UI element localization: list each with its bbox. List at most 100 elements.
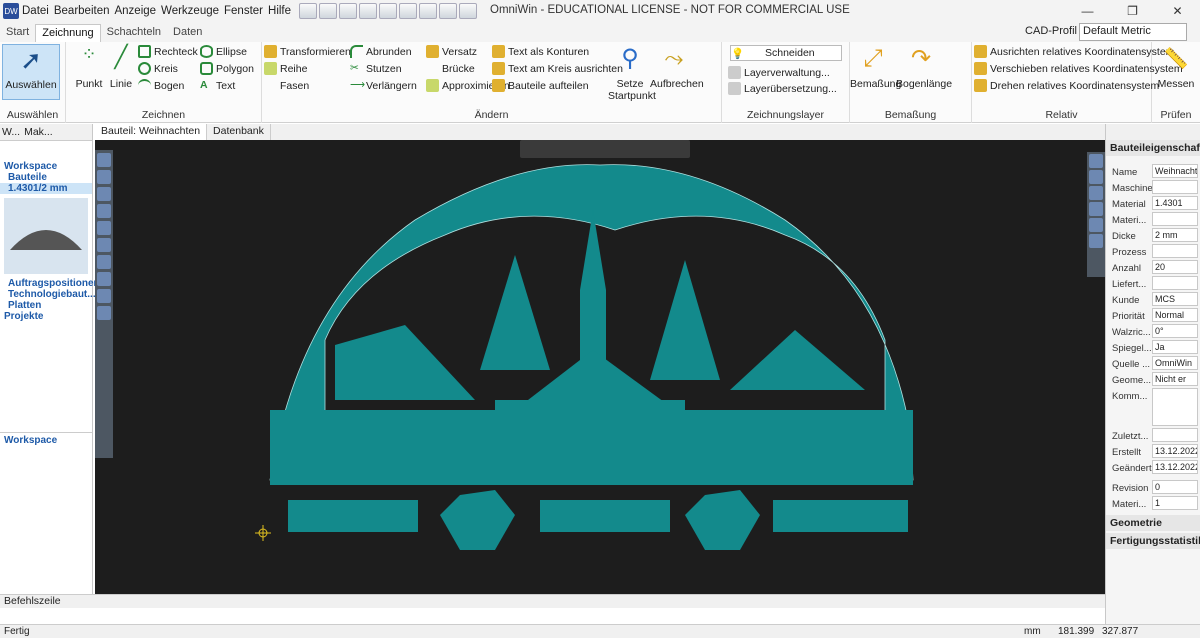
- ausrichten-koord-button[interactable]: Ausrichten relatives Koordinatensystem: [974, 45, 1174, 58]
- join-icon[interactable]: [97, 255, 111, 269]
- command-input[interactable]: [0, 608, 1105, 624]
- menu-werkzeuge[interactable]: Werkzeuge: [161, 5, 219, 17]
- aufbrechen-button[interactable]: ⤳ Aufbrechen: [650, 44, 704, 90]
- text-button[interactable]: A Text: [200, 79, 235, 92]
- snap-icon[interactable]: [97, 170, 111, 184]
- text-kreis-button[interactable]: Text am Kreis ausrichten: [492, 62, 623, 75]
- doc-tab-bauteil[interactable]: Bauteil: Weihnachten: [95, 124, 208, 140]
- abrunden-button[interactable]: Abrunden: [350, 45, 412, 58]
- xml-icon[interactable]: [359, 3, 378, 19]
- auswaehlen-button[interactable]: ➚ Auswählen: [2, 44, 60, 100]
- info-icon[interactable]: [1089, 234, 1103, 248]
- part-thumbnail[interactable]: [4, 198, 88, 274]
- layerverwaltung-button[interactable]: Layerverwaltung...: [728, 66, 830, 79]
- rechteck-button[interactable]: Rechteck: [138, 45, 198, 58]
- bogen-button[interactable]: Bogen: [138, 79, 184, 92]
- property-value[interactable]: 1.4301: [1152, 196, 1198, 210]
- minimize-button[interactable]: —: [1065, 0, 1110, 22]
- fasen-button[interactable]: Fasen: [264, 79, 309, 92]
- property-value[interactable]: MCS: [1152, 292, 1198, 306]
- cut-icon[interactable]: [97, 272, 111, 286]
- new-icon[interactable]: [299, 3, 318, 19]
- tree-workspace-bottom[interactable]: Workspace: [0, 435, 92, 446]
- reihe-button[interactable]: Reihe: [264, 62, 307, 75]
- import-icon[interactable]: [339, 3, 358, 19]
- verlaengern-button[interactable]: ⟶ Verlängern: [350, 79, 417, 92]
- property-value[interactable]: Weihnachten: [1152, 164, 1198, 178]
- menu-bearbeiten[interactable]: Bearbeiten: [54, 5, 110, 17]
- tree-auftragspositionen[interactable]: Auftragspositionen: [0, 278, 100, 289]
- property-value[interactable]: Nicht er: [1152, 372, 1198, 386]
- bauteile-aufteilen-button[interactable]: Bauteile aufteilen: [492, 79, 589, 92]
- property-value[interactable]: 20: [1152, 260, 1198, 274]
- stutzen-button[interactable]: ✂ Stutzen: [350, 62, 402, 75]
- property-value[interactable]: 2 mm: [1152, 228, 1198, 242]
- property-value[interactable]: 13.12.2022: [1152, 444, 1198, 458]
- doc-tab-datenbank[interactable]: Datenbank: [207, 124, 271, 140]
- layer-icon[interactable]: [1089, 218, 1103, 232]
- property-value[interactable]: [1152, 244, 1198, 258]
- tree-material[interactable]: 1.4301/2 mm: [0, 183, 92, 194]
- property-value[interactable]: [1152, 180, 1198, 194]
- menu-anzeige[interactable]: Anzeige: [114, 5, 156, 17]
- move-icon[interactable]: [97, 187, 111, 201]
- app-icon[interactable]: DW: [3, 3, 19, 19]
- scale-icon[interactable]: [97, 238, 111, 252]
- tree-platten[interactable]: Platten: [0, 300, 92, 311]
- transformieren-button[interactable]: Transformieren: [264, 45, 351, 58]
- pan-icon[interactable]: [1089, 186, 1103, 200]
- property-value[interactable]: 0: [1152, 480, 1198, 494]
- drehen-koord-button[interactable]: Drehen relatives Koordinatensystem: [974, 79, 1159, 92]
- bogenlaenge-button[interactable]: ↷ Bogenlänge: [896, 44, 952, 90]
- grid-icon[interactable]: [97, 306, 111, 320]
- property-value[interactable]: 13.12.2022: [1152, 460, 1198, 474]
- canvas-toolbar[interactable]: [520, 140, 690, 158]
- tree-workspace[interactable]: Workspace: [0, 161, 92, 172]
- print-icon[interactable]: [399, 3, 418, 19]
- tree-bauteile[interactable]: Bauteile: [0, 172, 92, 183]
- tree-technologiebauteile[interactable]: Technologiebaut...: [0, 289, 96, 300]
- tab-zeichnung[interactable]: Zeichnung: [35, 24, 101, 42]
- open-icon[interactable]: [319, 3, 338, 19]
- tab-daten[interactable]: Daten: [167, 24, 208, 42]
- view-icon[interactable]: [1089, 154, 1103, 168]
- close-button[interactable]: ✕: [1155, 0, 1200, 22]
- mirror-icon[interactable]: [97, 221, 111, 235]
- rotate-icon[interactable]: [97, 204, 111, 218]
- property-value[interactable]: [1152, 212, 1198, 226]
- messen-button[interactable]: 📏 Messen: [1154, 44, 1198, 90]
- versatz-button[interactable]: Versatz: [426, 45, 477, 58]
- ellipse-button[interactable]: Ellipse: [200, 45, 247, 58]
- layeruebersetzung-button[interactable]: Layerübersetzung...: [728, 82, 837, 95]
- menu-hilfe[interactable]: Hilfe: [268, 5, 291, 17]
- polygon-button[interactable]: Polygon: [200, 62, 254, 75]
- property-value[interactable]: [1152, 276, 1198, 290]
- property-value[interactable]: Normal: [1152, 308, 1198, 322]
- kreis-button[interactable]: Kreis: [138, 62, 178, 75]
- tab-start[interactable]: Start: [0, 24, 35, 42]
- setze-startpunkt-button[interactable]: ⚲ Setze Startpunkt: [608, 44, 656, 102]
- tab-workspace[interactable]: W...: [2, 126, 20, 138]
- fit-icon[interactable]: [1089, 202, 1103, 216]
- bemassung-button[interactable]: ⤢ Bemaßung: [850, 44, 901, 90]
- property-value[interactable]: 1: [1152, 496, 1198, 510]
- text-konturen-button[interactable]: Text als Konturen: [492, 45, 589, 58]
- property-value[interactable]: 0°: [1152, 324, 1198, 338]
- tab-makros[interactable]: Mak...: [24, 126, 53, 138]
- section-fertigungsstatistik[interactable]: Fertigungsstatistik: [1106, 533, 1200, 549]
- drawing-canvas[interactable]: [95, 140, 1105, 594]
- tree-projekte[interactable]: Projekte: [0, 311, 92, 322]
- section-geometrie[interactable]: Geometrie: [1106, 515, 1200, 531]
- redo-icon[interactable]: [439, 3, 458, 19]
- cad-profile-select[interactable]: Default Metric: [1079, 23, 1187, 41]
- settings-icon[interactable]: [459, 3, 478, 19]
- layer-select[interactable]: 💡 Schneiden: [730, 45, 842, 61]
- menu-datei[interactable]: Datei: [22, 5, 49, 17]
- punkt-button[interactable]: ⁘ Punkt: [74, 44, 104, 90]
- undo-icon[interactable]: [419, 3, 438, 19]
- bruecke-button[interactable]: Brücke: [426, 62, 475, 75]
- property-value[interactable]: [1152, 388, 1198, 426]
- zoom-icon[interactable]: [1089, 170, 1103, 184]
- linie-button[interactable]: ╱ Linie: [106, 44, 136, 90]
- menu-fenster[interactable]: Fenster: [224, 5, 263, 17]
